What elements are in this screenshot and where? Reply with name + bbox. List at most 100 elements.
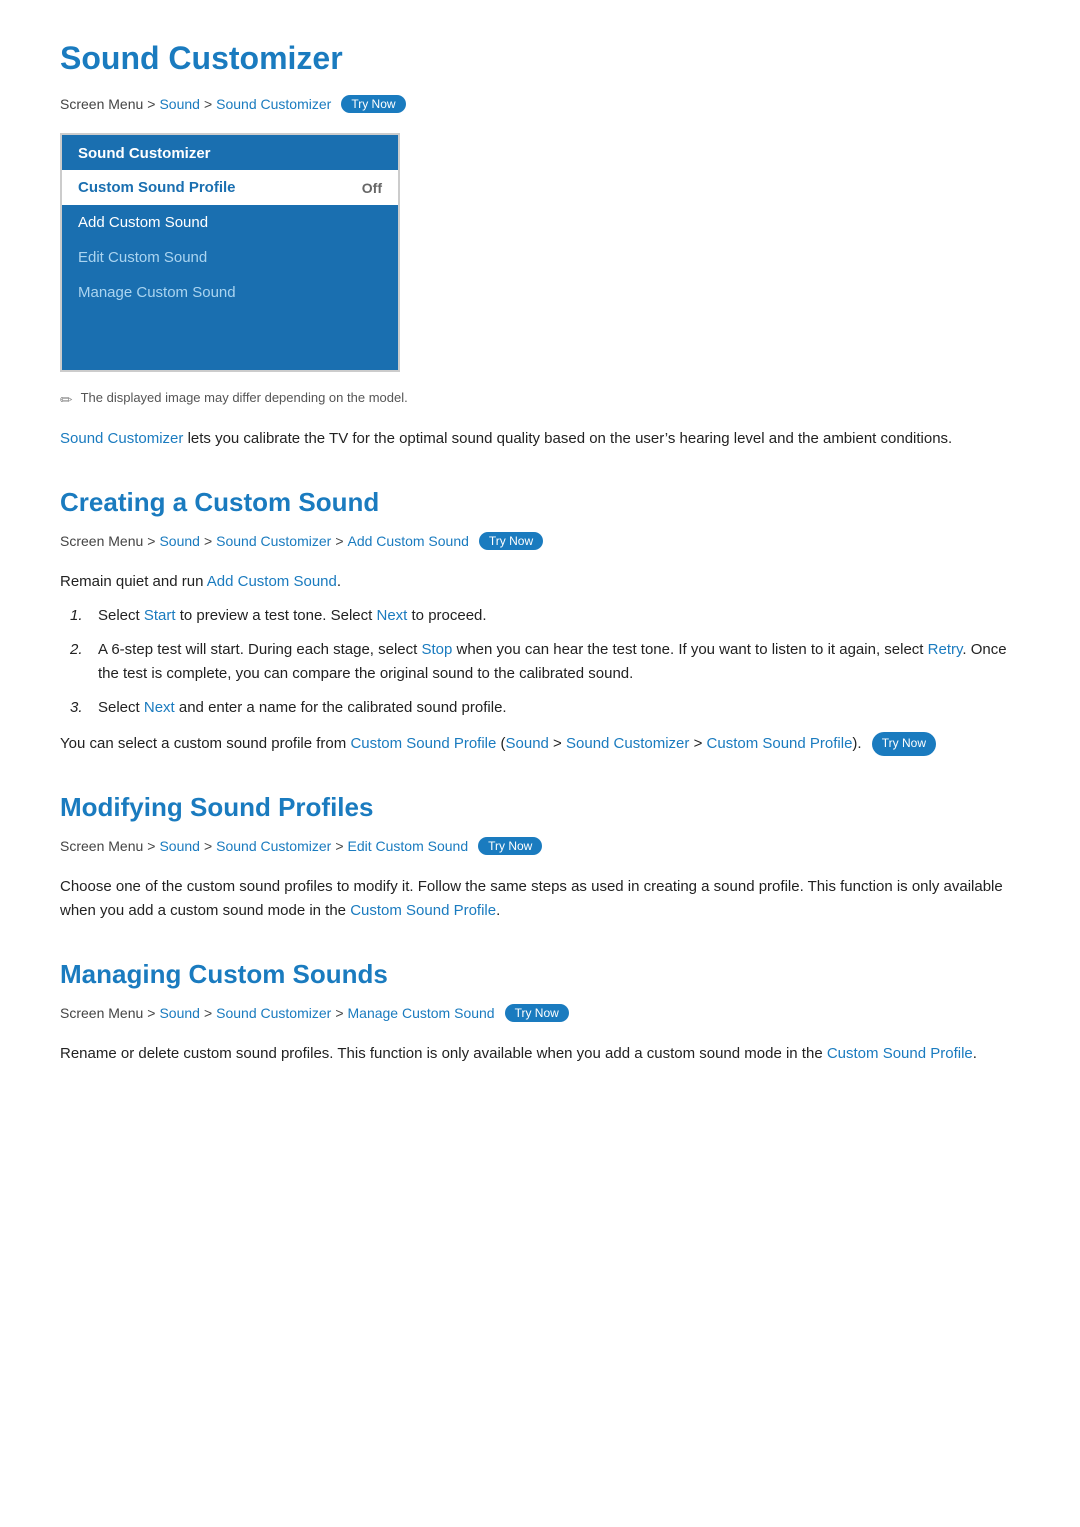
intro-sound-customizer-link[interactable]: Sound Customizer xyxy=(60,430,183,447)
note-text: The displayed image may differ depending… xyxy=(81,390,408,405)
s1-footer-sep1: > xyxy=(549,735,566,752)
s3-body-before: Rename or delete custom sound profiles. … xyxy=(60,1045,827,1062)
tv-menu-label-add-custom-sound: Add Custom Sound xyxy=(78,214,208,231)
step-1-num: 1. xyxy=(70,604,88,628)
s1-bc-sep3: > xyxy=(335,533,343,549)
try-now-badge-main[interactable]: Try Now xyxy=(341,95,405,113)
breadcrumb-screen-menu: Screen Menu xyxy=(60,96,143,112)
s2-bc-sound-link[interactable]: Sound xyxy=(159,838,199,854)
s1-footer-link1[interactable]: Custom Sound Profile xyxy=(350,735,496,752)
s1-footer-before: You can select a custom sound profile fr… xyxy=(60,735,350,752)
note-line: ✏ The displayed image may differ dependi… xyxy=(60,390,1020,409)
s2-body-link1[interactable]: Custom Sound Profile xyxy=(350,902,496,919)
step-1-text: Select Start to preview a test tone. Sel… xyxy=(98,604,487,628)
breadcrumb-section1: Screen Menu > Sound > Sound Customizer >… xyxy=(60,532,1020,550)
s1-remain-text: Remain quiet and run Add Custom Sound. xyxy=(60,570,1020,594)
tv-menu-item-manage-custom-sound[interactable]: Manage Custom Sound xyxy=(62,275,398,310)
step-1-before: Select xyxy=(98,607,144,624)
breadcrumb-sep2: > xyxy=(204,96,212,112)
s2-bc-sep2: > xyxy=(204,838,212,854)
s1-bc-plain: Screen Menu xyxy=(60,533,143,549)
s2-bc-sep1: > xyxy=(147,838,155,854)
tv-menu-item-add-custom-sound[interactable]: Add Custom Sound xyxy=(62,205,398,240)
try-now-badge-s1[interactable]: Try Now xyxy=(479,532,543,550)
s3-bc-manage-link[interactable]: Manage Custom Sound xyxy=(348,1005,495,1021)
tv-menu-item-custom-sound-profile[interactable]: Custom Sound Profile Off xyxy=(62,170,398,205)
step-3: 3. Select Next and enter a name for the … xyxy=(60,696,1020,720)
s3-bc-sound-link[interactable]: Sound xyxy=(159,1005,199,1021)
s1-remain-link[interactable]: Add Custom Sound xyxy=(207,573,337,590)
pencil-icon: ✏ xyxy=(60,391,73,409)
tv-menu-value-custom-sound-profile: Off xyxy=(362,180,382,196)
step-3-mid: and enter a name for the calibrated soun… xyxy=(175,699,507,716)
step-1: 1. Select Start to preview a test tone. … xyxy=(60,604,1020,628)
s1-remain-before: Remain quiet and run xyxy=(60,573,207,590)
s1-bc-add-custom-link[interactable]: Add Custom Sound xyxy=(348,533,469,549)
step-2-mid: when you can hear the test tone. If you … xyxy=(452,641,927,658)
step-2: 2. A 6-step test will start. During each… xyxy=(60,638,1020,686)
s1-footer-mid: ( xyxy=(496,735,505,752)
section1-heading: Creating a Custom Sound xyxy=(60,487,1020,518)
s3-bc-sep1: > xyxy=(147,1005,155,1021)
s1-bc-sep1: > xyxy=(147,533,155,549)
page-title: Sound Customizer xyxy=(60,40,1020,77)
step-1-link1[interactable]: Start xyxy=(144,607,176,624)
section3-heading: Managing Custom Sounds xyxy=(60,959,1020,990)
s2-body-before: Choose one of the custom sound profiles … xyxy=(60,878,1003,919)
tv-menu-spacer xyxy=(62,310,398,370)
tv-menu-label-edit-custom-sound: Edit Custom Sound xyxy=(78,249,207,266)
s2-body: Choose one of the custom sound profiles … xyxy=(60,875,1020,923)
tv-menu-item-edit-custom-sound[interactable]: Edit Custom Sound xyxy=(62,240,398,275)
s2-bc-plain: Screen Menu xyxy=(60,838,143,854)
s2-bc-sep3: > xyxy=(335,838,343,854)
steps-list: 1. Select Start to preview a test tone. … xyxy=(60,604,1020,720)
breadcrumb-section2: Screen Menu > Sound > Sound Customizer >… xyxy=(60,837,1020,855)
s1-remain-after: . xyxy=(337,573,341,590)
step-1-link2[interactable]: Next xyxy=(377,607,408,624)
s2-bc-customizer-link[interactable]: Sound Customizer xyxy=(216,838,331,854)
s1-footer-text: You can select a custom sound profile fr… xyxy=(60,732,1020,756)
s3-bc-customizer-link[interactable]: Sound Customizer xyxy=(216,1005,331,1021)
tv-menu-label-manage-custom-sound: Manage Custom Sound xyxy=(78,284,236,301)
step-3-link1[interactable]: Next xyxy=(144,699,175,716)
try-now-badge-s2[interactable]: Try Now xyxy=(478,837,542,855)
s1-bc-sound-link[interactable]: Sound xyxy=(159,533,199,549)
step-2-link1[interactable]: Stop xyxy=(421,641,452,658)
s1-footer-link3[interactable]: Sound Customizer xyxy=(566,735,689,752)
section2-heading: Modifying Sound Profiles xyxy=(60,792,1020,823)
try-now-badge-s1-footer[interactable]: Try Now xyxy=(872,732,936,755)
tv-menu-title: Sound Customizer xyxy=(62,135,398,170)
breadcrumb-sep1: > xyxy=(147,96,155,112)
step-2-text: A 6-step test will start. During each st… xyxy=(98,638,1020,686)
s1-footer-link2[interactable]: Sound xyxy=(506,735,549,752)
s1-footer-link4[interactable]: Custom Sound Profile xyxy=(707,735,853,752)
s3-body: Rename or delete custom sound profiles. … xyxy=(60,1042,1020,1066)
s1-footer-after: ). xyxy=(852,735,861,752)
tv-menu: Sound Customizer Custom Sound Profile Of… xyxy=(60,133,400,372)
step-3-before: Select xyxy=(98,699,144,716)
breadcrumb-main: Screen Menu > Sound > Sound Customizer T… xyxy=(60,95,1020,113)
intro-body: Sound Customizer lets you calibrate the … xyxy=(60,427,1020,451)
step-2-num: 2. xyxy=(70,638,88,662)
intro-body-text: lets you calibrate the TV for the optima… xyxy=(183,430,952,447)
s2-body-after: . xyxy=(496,902,500,919)
step-1-mid: to preview a test tone. Select xyxy=(176,607,377,624)
step-3-num: 3. xyxy=(70,696,88,720)
try-now-badge-s3[interactable]: Try Now xyxy=(505,1004,569,1022)
tv-menu-label-custom-sound-profile: Custom Sound Profile xyxy=(78,179,236,196)
s1-footer-sep2: > xyxy=(689,735,706,752)
breadcrumb-sound-link[interactable]: Sound xyxy=(159,96,199,112)
breadcrumb-section3: Screen Menu > Sound > Sound Customizer >… xyxy=(60,1004,1020,1022)
s3-body-after: . xyxy=(973,1045,977,1062)
s2-bc-edit-link[interactable]: Edit Custom Sound xyxy=(348,838,469,854)
s3-bc-sep2: > xyxy=(204,1005,212,1021)
breadcrumb-sound-customizer-link[interactable]: Sound Customizer xyxy=(216,96,331,112)
step-1-after: to proceed. xyxy=(407,607,486,624)
step-2-before: A 6-step test will start. During each st… xyxy=(98,641,421,658)
s1-bc-customizer-link[interactable]: Sound Customizer xyxy=(216,533,331,549)
step-2-link2[interactable]: Retry xyxy=(928,641,963,658)
s3-body-link[interactable]: Custom Sound Profile xyxy=(827,1045,973,1062)
s3-bc-sep3: > xyxy=(335,1005,343,1021)
step-3-text: Select Next and enter a name for the cal… xyxy=(98,696,507,720)
s3-bc-plain: Screen Menu xyxy=(60,1005,143,1021)
